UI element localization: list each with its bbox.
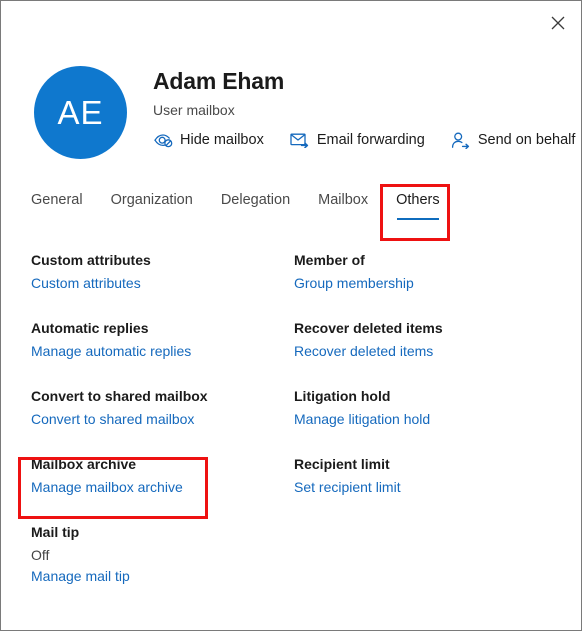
setting-mailbox-archive: Mailbox archive Manage mailbox archive bbox=[31, 455, 294, 523]
tab-label: Delegation bbox=[220, 192, 291, 208]
setting-title: Litigation hold bbox=[294, 388, 391, 404]
setting-litigation-hold: Litigation hold Manage litigation hold bbox=[294, 387, 561, 455]
avatar-initials: AE bbox=[57, 93, 104, 131]
setting-link[interactable]: Manage automatic replies bbox=[31, 342, 191, 361]
setting-status: Off bbox=[31, 547, 50, 563]
setting-title: Recover deleted items bbox=[294, 320, 443, 336]
setting-title: Recipient limit bbox=[294, 456, 390, 472]
setting-member-of: Member of Group membership bbox=[294, 251, 561, 319]
tab-others[interactable]: Others bbox=[396, 191, 440, 224]
mailbox-header: AE Adam Eham User mailbox Hide mailbox E… bbox=[1, 49, 581, 169]
setting-title: Automatic replies bbox=[31, 320, 149, 336]
action-label: Send on behalf bbox=[477, 132, 576, 148]
setting-mail-tip: Mail tip Off Manage mail tip bbox=[31, 523, 294, 591]
tab-label: Others bbox=[396, 192, 440, 208]
close-button[interactable] bbox=[543, 9, 573, 37]
person-arrow-icon bbox=[451, 131, 471, 149]
setting-title: Mailbox archive bbox=[31, 456, 137, 472]
close-icon bbox=[551, 16, 565, 30]
setting-link[interactable]: Custom attributes bbox=[31, 274, 141, 293]
action-email-forwarding[interactable]: Email forwarding bbox=[290, 131, 425, 149]
setting-link[interactable]: Recover deleted items bbox=[294, 342, 433, 361]
setting-link[interactable]: Manage litigation hold bbox=[294, 410, 430, 429]
tab-delegation[interactable]: Delegation bbox=[221, 191, 290, 224]
header-actions: Hide mailbox Email forwarding Send on be… bbox=[153, 131, 575, 149]
eye-hidden-icon bbox=[153, 131, 173, 149]
setting-convert-to-shared-mailbox: Convert to shared mailbox Convert to sha… bbox=[31, 387, 294, 455]
setting-link[interactable]: Manage mail tip bbox=[31, 567, 130, 586]
action-label: Email forwarding bbox=[316, 132, 425, 148]
page-title: Adam Eham bbox=[153, 68, 285, 94]
identity-block: Adam Eham User mailbox Hide mailbox Emai… bbox=[153, 67, 575, 149]
setting-custom-attributes: Custom attributes Custom attributes bbox=[31, 251, 294, 319]
tab-mailbox[interactable]: Mailbox bbox=[318, 191, 368, 224]
setting-title: Member of bbox=[294, 252, 365, 268]
setting-title: Custom attributes bbox=[31, 252, 151, 268]
tab-bar: General Organization Delegation Mailbox … bbox=[31, 191, 440, 224]
setting-link[interactable]: Set recipient limit bbox=[294, 478, 401, 497]
envelope-forward-icon bbox=[290, 131, 310, 149]
settings-grid: Custom attributes Custom attributes Memb… bbox=[31, 251, 561, 591]
setting-link[interactable]: Manage mailbox archive bbox=[31, 478, 183, 497]
mailbox-details-panel: AE Adam Eham User mailbox Hide mailbox E… bbox=[0, 0, 582, 631]
tab-label: Organization bbox=[110, 192, 193, 208]
tab-label: General bbox=[31, 192, 83, 208]
setting-link[interactable]: Convert to shared mailbox bbox=[31, 410, 194, 429]
action-hide-mailbox[interactable]: Hide mailbox bbox=[153, 131, 264, 149]
action-send-on-behalf[interactable]: Send on behalf bbox=[451, 131, 576, 149]
tab-label: Mailbox bbox=[318, 192, 369, 208]
setting-recipient-limit: Recipient limit Set recipient limit bbox=[294, 455, 561, 523]
mailbox-type-label: User mailbox bbox=[153, 102, 235, 118]
setting-title: Mail tip bbox=[31, 524, 80, 540]
setting-empty-slot bbox=[294, 523, 561, 591]
tab-organization[interactable]: Organization bbox=[111, 191, 193, 224]
tab-active-underline bbox=[397, 218, 439, 220]
action-label: Hide mailbox bbox=[180, 132, 264, 148]
avatar: AE bbox=[34, 66, 127, 159]
setting-title: Convert to shared mailbox bbox=[31, 388, 208, 404]
tab-general[interactable]: General bbox=[31, 191, 83, 224]
setting-automatic-replies: Automatic replies Manage automatic repli… bbox=[31, 319, 294, 387]
setting-recover-deleted-items: Recover deleted items Recover deleted it… bbox=[294, 319, 561, 387]
setting-link[interactable]: Group membership bbox=[294, 274, 414, 293]
